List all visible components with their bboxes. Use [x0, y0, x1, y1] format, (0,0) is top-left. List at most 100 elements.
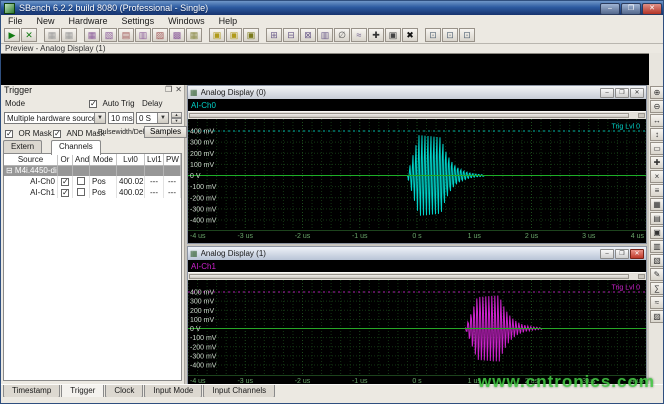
minimize-button[interactable]: – — [600, 3, 620, 15]
scrollbar-thumb[interactable] — [189, 113, 629, 118]
zoom-window-icon[interactable]: ▭ — [650, 142, 664, 155]
table-row[interactable]: AI-Ch1Pos400.02...------ — [4, 187, 181, 198]
close-button[interactable]: ✕ — [630, 249, 644, 259]
or-checkbox[interactable] — [58, 187, 73, 198]
monitor-2-icon[interactable]: ⊡ — [442, 28, 458, 42]
analog-display-icon[interactable]: ⊟ — [283, 28, 299, 42]
input-setup-icon[interactable]: ▧ — [101, 28, 117, 42]
clock-setup-icon[interactable]: ▥ — [135, 28, 151, 42]
stop-acquisition-icon[interactable]: ✕ — [21, 28, 37, 42]
menu-item-new[interactable]: New — [30, 16, 62, 26]
trigger-setup-icon[interactable]: ▤ — [118, 28, 134, 42]
menu-item-hardware[interactable]: Hardware — [62, 16, 115, 26]
zoom-out-icon[interactable]: ⊖ — [650, 100, 664, 113]
restore-button[interactable]: ❐ — [615, 249, 629, 259]
horizontal-scrollbar[interactable] — [188, 111, 646, 119]
level0-cell[interactable]: 400.02... — [117, 187, 145, 198]
restore-button[interactable]: ❐ — [615, 88, 629, 98]
close-button[interactable]: ✕ — [630, 88, 644, 98]
spinner-down-icon[interactable]: ▼ — [171, 118, 182, 124]
delay-spinner[interactable]: ▲ ▼ — [171, 112, 182, 124]
signal-list-icon[interactable]: ≡ — [650, 184, 664, 197]
snapshot-icon[interactable]: ▦ — [61, 28, 77, 42]
export-icon[interactable]: ▣ — [243, 28, 259, 42]
monitor-1-icon[interactable]: ⊡ — [425, 28, 441, 42]
or-mask-checkbox[interactable] — [5, 130, 13, 138]
pulsewidth-cell[interactable]: --- — [164, 176, 181, 187]
digital-display-icon[interactable]: ▥ — [317, 28, 333, 42]
smooth-icon[interactable]: ≈ — [650, 296, 664, 309]
minimize-button[interactable]: – — [600, 88, 614, 98]
and-checkbox[interactable] — [73, 176, 90, 187]
menu-item-settings[interactable]: Settings — [115, 16, 162, 26]
or-checkbox[interactable] — [58, 176, 73, 187]
close-button[interactable]: ✕ — [642, 3, 662, 15]
analog-display-1-titlebar[interactable]: ▦ Analog Display (1) – ❐ ✕ — [188, 247, 646, 260]
samples-button[interactable]: Samples — [144, 126, 187, 138]
card-group-label[interactable]: ⊟ M4i.4450-di S... — [4, 166, 58, 176]
analog-display-0-titlebar[interactable]: ▦ Analog Display (0) – ❐ ✕ — [188, 86, 646, 99]
xy-display-icon[interactable]: ⊠ — [300, 28, 316, 42]
save-as-icon[interactable]: ▣ — [226, 28, 242, 42]
start-acquisition-icon[interactable]: ▶ — [4, 28, 20, 42]
analog-display-1-window[interactable]: ▦ Analog Display (1) – ❐ ✕ AI-Ch1 400 mV… — [187, 246, 647, 389]
mode-setup-icon[interactable]: ▩ — [169, 28, 185, 42]
level1-cell[interactable]: --- — [145, 176, 164, 187]
scrollbar-end-button[interactable] — [638, 274, 645, 279]
record-icon[interactable]: ▦ — [44, 28, 60, 42]
level0-cell[interactable]: 400.02... — [117, 176, 145, 187]
delete-icon[interactable]: ✖ — [402, 28, 418, 42]
minimize-button[interactable]: – — [600, 249, 614, 259]
cursor-icon[interactable]: ✚ — [650, 156, 664, 169]
copy-channel-icon[interactable]: ▣ — [385, 28, 401, 42]
table-row[interactable]: AI-Ch0Pos400.02...------ — [4, 176, 181, 187]
pattern-icon[interactable]: ▨ — [650, 310, 664, 323]
trigger-mode-cell[interactable]: Pos — [90, 187, 117, 198]
calculation-icon[interactable]: ∅ — [334, 28, 350, 42]
trigger-mode-select[interactable]: Multiple hardware sources with AND/OR ▼ — [4, 112, 106, 124]
titlebar[interactable]: SBench 6.2.2 build 8080 (Professional - … — [1, 1, 664, 15]
preview-area[interactable] — [1, 53, 649, 85]
grid-icon[interactable]: ▦ — [650, 198, 664, 211]
delay-unit-field[interactable]: 10 ms — [108, 112, 134, 124]
zoom-horizontal-icon[interactable]: ↔ — [650, 114, 664, 127]
channel-setup-icon[interactable]: ▨ — [152, 28, 168, 42]
analog-display-0-window[interactable]: ▦ Analog Display (0) – ❐ ✕ AI-Ch0 400 mV… — [187, 85, 647, 244]
zoom-vertical-icon[interactable]: ↕ — [650, 128, 664, 141]
panel-float-icon[interactable]: ❐ — [165, 85, 172, 94]
card-settings-icon[interactable]: ▦ — [84, 28, 100, 42]
menu-item-help[interactable]: Help — [212, 16, 245, 26]
card-group-row[interactable]: ⊟ M4i.4450-di S... — [4, 166, 181, 176]
waveform-area-ch1[interactable]: 400 mV300 mV200 mV100 mV0 V-100 mV-200 m… — [188, 280, 646, 375]
trigger-tab-extern[interactable]: Extern — [3, 140, 42, 154]
scrollbar-thumb[interactable] — [189, 274, 629, 279]
waveform-area-ch0[interactable]: 400 mV300 mV200 mV100 mV0 V-100 mV-200 m… — [188, 119, 646, 230]
trigger-tab-channels[interactable]: Channels — [51, 140, 101, 155]
chevron-down-icon[interactable]: ▼ — [157, 113, 168, 123]
maximize-button[interactable]: ❐ — [621, 3, 641, 15]
snapshot-view-icon[interactable]: ▣ — [650, 226, 664, 239]
auto-trig-checkbox[interactable] — [89, 100, 97, 108]
trigger-mode-cell[interactable]: Pos — [90, 176, 117, 187]
menu-item-file[interactable]: File — [1, 16, 30, 26]
zoom-in-icon[interactable]: ⊕ — [650, 86, 664, 99]
new-display-icon[interactable]: ⊞ — [266, 28, 282, 42]
hatch-view-icon[interactable]: ▧ — [650, 254, 664, 267]
info-table-icon[interactable]: ▤ — [650, 212, 664, 225]
trigger-panel-title[interactable]: Trigger ❐ ✕ — [1, 85, 184, 96]
and-mask-checkbox[interactable] — [53, 130, 61, 138]
sum-icon[interactable]: ∑ — [650, 282, 664, 295]
chevron-down-icon[interactable]: ▼ — [94, 113, 105, 123]
panel-close-icon[interactable]: ✕ — [175, 85, 182, 94]
scrollbar-end-button[interactable] — [638, 113, 645, 118]
cursor-off-icon[interactable]: × — [650, 170, 664, 183]
fft-icon[interactable]: ≈ — [351, 28, 367, 42]
add-channel-icon[interactable]: ✚ — [368, 28, 384, 42]
delay-value-select[interactable]: 0 S ▼ — [136, 112, 169, 124]
pulsewidth-cell[interactable]: --- — [164, 187, 181, 198]
menu-item-windows[interactable]: Windows — [161, 16, 212, 26]
and-checkbox[interactable] — [73, 187, 90, 198]
monitor-3-icon[interactable]: ⊡ — [459, 28, 475, 42]
annotate-icon[interactable]: ✎ — [650, 268, 664, 281]
overlay-icon[interactable]: ▥ — [650, 240, 664, 253]
